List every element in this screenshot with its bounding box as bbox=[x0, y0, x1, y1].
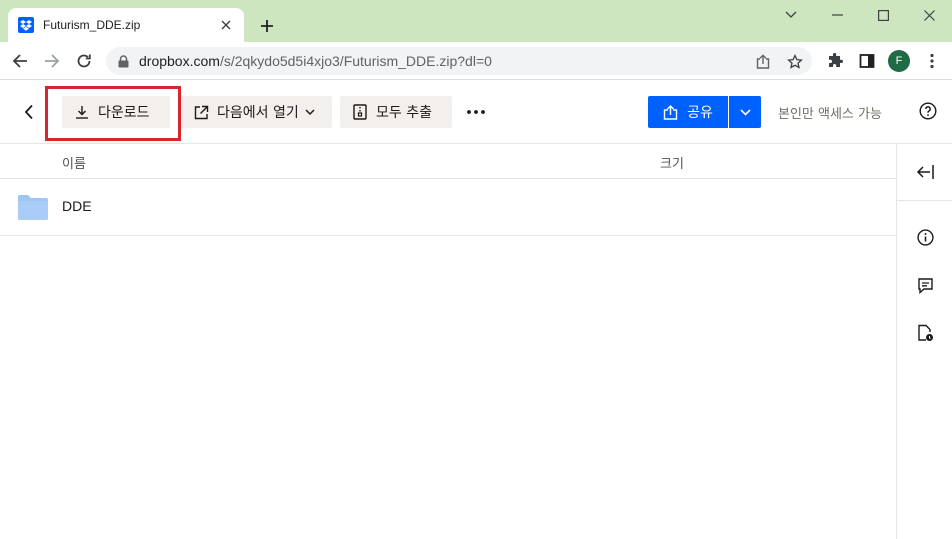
table-row[interactable]: DDE bbox=[0, 179, 896, 236]
browser-tabstrip: Futurism_DDE.zip bbox=[0, 0, 952, 42]
reload-icon[interactable] bbox=[72, 49, 96, 73]
chevron-down-icon bbox=[739, 108, 751, 116]
access-status: 본인만 액세스 가능 bbox=[778, 107, 882, 122]
share-dropdown-button[interactable] bbox=[729, 96, 761, 128]
zip-file-icon bbox=[352, 104, 368, 120]
back-arrow-icon[interactable] bbox=[8, 49, 32, 73]
tab-title: Futurism_DDE.zip bbox=[43, 18, 141, 32]
list-header: 이름 크기 bbox=[0, 144, 896, 179]
collapse-panel-icon[interactable] bbox=[897, 144, 952, 201]
tab-close-icon[interactable] bbox=[218, 17, 234, 33]
file-list: 이름 크기 DDE bbox=[0, 144, 896, 539]
browser-menu-icon[interactable] bbox=[920, 49, 944, 73]
lock-icon bbox=[118, 54, 129, 68]
tab-search-icon[interactable] bbox=[768, 0, 814, 30]
file-activity-icon[interactable] bbox=[915, 323, 935, 343]
side-panel-icon[interactable] bbox=[855, 49, 879, 73]
bookmark-star-icon[interactable] bbox=[786, 53, 804, 71]
window-close-icon[interactable] bbox=[906, 0, 952, 30]
more-options-icon[interactable] bbox=[462, 100, 490, 124]
open-in-button[interactable]: 다음에서 열기 bbox=[181, 96, 332, 128]
url-text: dropbox.com/s/2qkydo5d5i4xjo3/Futurism_D… bbox=[139, 53, 492, 69]
browser-toolbar: dropbox.com/s/2qkydo5d5i4xjo3/Futurism_D… bbox=[0, 42, 952, 80]
minimize-icon[interactable] bbox=[814, 0, 860, 30]
column-header-size[interactable]: 크기 bbox=[660, 153, 684, 172]
address-bar[interactable]: dropbox.com/s/2qkydo5d5i4xjo3/Futurism_D… bbox=[106, 47, 812, 75]
share-label: 공유 bbox=[687, 105, 713, 121]
right-sidebar bbox=[896, 144, 952, 539]
help-icon[interactable] bbox=[918, 101, 938, 121]
maximize-icon[interactable] bbox=[860, 0, 906, 30]
row-file-name[interactable]: DDE bbox=[62, 198, 92, 214]
share-upload-icon bbox=[663, 104, 678, 120]
dropbox-favicon-icon bbox=[18, 17, 34, 33]
comment-icon[interactable] bbox=[915, 275, 935, 295]
forward-arrow-icon[interactable] bbox=[40, 49, 64, 73]
open-in-label: 다음에서 열기 bbox=[217, 105, 299, 121]
download-highlight-box bbox=[45, 86, 181, 141]
chevron-left-icon[interactable] bbox=[18, 100, 40, 124]
new-tab-icon[interactable] bbox=[256, 15, 278, 37]
column-header-name[interactable]: 이름 bbox=[62, 153, 86, 172]
chevron-down-icon bbox=[305, 108, 315, 116]
folder-icon bbox=[17, 194, 49, 220]
share-button[interactable]: 공유 bbox=[648, 96, 728, 128]
share-page-icon[interactable] bbox=[754, 53, 772, 71]
external-link-icon bbox=[193, 104, 209, 120]
profile-avatar[interactable]: F bbox=[888, 50, 910, 72]
extract-all-label: 모두 추출 bbox=[376, 105, 432, 121]
extract-all-button[interactable]: 모두 추출 bbox=[340, 96, 452, 128]
info-icon[interactable] bbox=[915, 227, 935, 247]
browser-tab[interactable]: Futurism_DDE.zip bbox=[8, 8, 244, 42]
extensions-puzzle-icon[interactable] bbox=[823, 49, 847, 73]
